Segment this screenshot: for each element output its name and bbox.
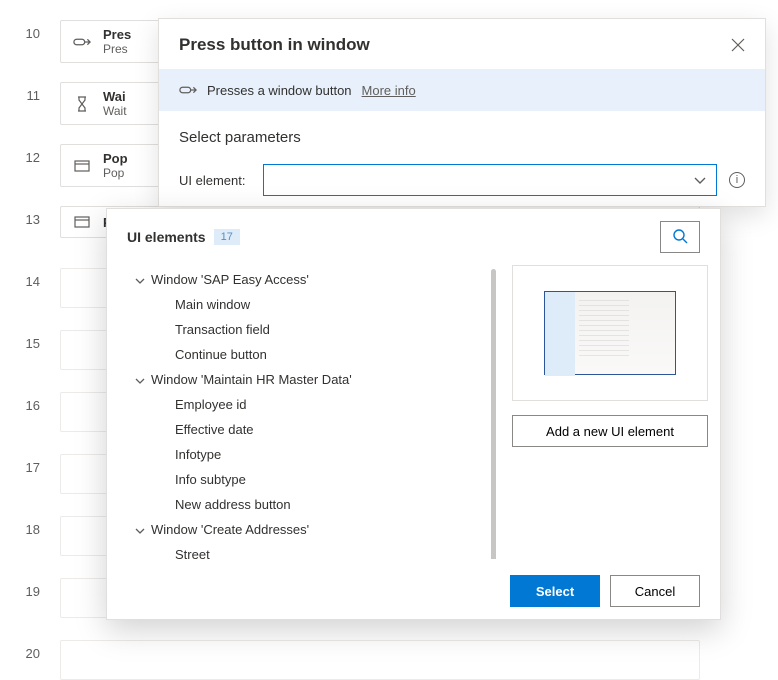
tree-leaf[interactable]: Main window [121,292,496,317]
tree-item-label: Main window [175,297,250,312]
tree-item-label: New address button [175,497,291,512]
info-banner: Presses a window button More info [159,69,765,111]
tree-group[interactable]: Window 'Maintain HR Master Data' [121,367,496,392]
tree-item-label: Window 'Create Addresses' [151,522,309,537]
tree-item-label: Window 'SAP Easy Access' [151,272,309,287]
ui-element-select[interactable] [263,164,717,196]
more-info-link[interactable]: More info [362,83,416,98]
flow-step: 20 [0,640,778,676]
chevron-down-icon [135,272,145,287]
select-button[interactable]: Select [510,575,600,607]
press-icon [73,33,91,51]
tree-item-label: Transaction field [175,322,270,337]
tree-group[interactable]: Window 'SAP Easy Access' [121,267,496,292]
ui-element-label: UI element: [179,173,251,188]
step-number: 10 [0,20,60,41]
step-number: 13 [0,206,60,227]
tree-leaf[interactable]: Street [121,542,496,559]
step-number: 20 [0,640,60,661]
press-button-dialog: Press button in window Presses a window … [158,18,766,207]
tree-item-label: Employee id [175,397,247,412]
window-icon [73,213,91,231]
ui-elements-picker: UI elements 17 Window 'SAP Easy Access' M… [106,208,721,620]
dialog-title: Press button in window [179,35,370,55]
picker-count: 17 [214,229,240,245]
chevron-down-icon [135,372,145,387]
step-card[interactable] [60,640,700,680]
step-number: 19 [0,578,60,599]
press-icon [179,81,197,99]
add-ui-element-button[interactable]: Add a new UI element [512,415,708,447]
step-number: 15 [0,330,60,351]
search-icon [672,228,688,247]
close-icon[interactable] [731,38,745,52]
scrollbar[interactable] [491,269,496,559]
tree-item-label: Window 'Maintain HR Master Data' [151,372,352,387]
step-title: Wai [103,89,127,104]
tree-item-label: Effective date [175,422,254,437]
step-number: 12 [0,144,60,165]
step-subtitle: Pop [103,166,128,180]
tree-item-label: Street [175,547,210,559]
window-icon [73,157,91,175]
tree-leaf[interactable]: Transaction field [121,317,496,342]
cancel-button[interactable]: Cancel [610,575,700,607]
preview-thumbnail [512,265,708,401]
tree-leaf[interactable]: Info subtype [121,467,496,492]
tree-item-label: Infotype [175,447,221,462]
ui-elements-tree: Window 'SAP Easy Access' Main window Trans… [121,265,496,559]
step-subtitle: Wait [103,104,127,118]
step-number: 17 [0,454,60,475]
tree-leaf[interactable]: New address button [121,492,496,517]
tree-leaf[interactable]: Employee id [121,392,496,417]
step-number: 14 [0,268,60,289]
tree-leaf[interactable]: Infotype [121,442,496,467]
tree-leaf[interactable]: Continue button [121,342,496,367]
tree-item-label: Info subtype [175,472,246,487]
step-number: 18 [0,516,60,537]
step-number: 16 [0,392,60,413]
chevron-down-icon [694,173,706,188]
params-heading: Select parameters [179,129,745,146]
tree-group[interactable]: Window 'Create Addresses' [121,517,496,542]
info-icon[interactable]: i [729,172,745,188]
step-title: Pres [103,27,131,42]
tree-leaf[interactable]: Effective date [121,417,496,442]
picker-title: UI elements [127,229,206,245]
step-subtitle: Pres [103,42,131,56]
wait-icon [73,95,91,113]
step-number: 11 [0,82,60,103]
search-button[interactable] [660,221,700,253]
chevron-down-icon [135,522,145,537]
step-title: Pop [103,151,128,166]
banner-text: Presses a window button [207,83,352,98]
tree-item-label: Continue button [175,347,267,362]
